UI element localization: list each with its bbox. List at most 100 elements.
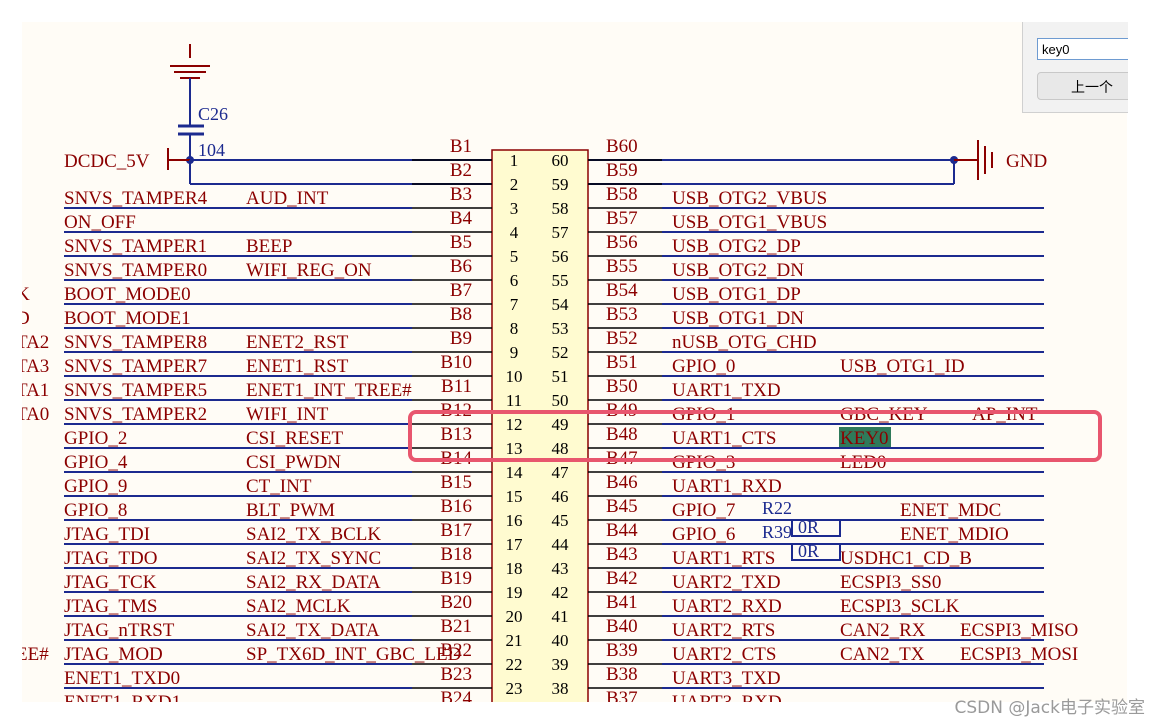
right-net-label: UART1_RXD <box>672 476 782 497</box>
left-pin-label: B3 <box>450 184 472 205</box>
connector-pin-number: 12 <box>506 415 523 434</box>
left-edge-label: TA3 <box>22 356 49 377</box>
left-pin-label: B16 <box>440 496 472 517</box>
connector-pin-number: 15 <box>506 487 523 506</box>
left-function-label: CT_INT <box>246 476 312 497</box>
connector-pin-number: 52 <box>552 343 569 362</box>
left-edge-label: D <box>22 308 30 329</box>
right-net-label: UART2_RXD <box>672 596 782 617</box>
connector-pin-number: 39 <box>552 655 569 674</box>
left-function-label: BEEP <box>246 236 292 257</box>
right-function-label: ECSPI3_SCLK <box>840 596 960 617</box>
right-extra-label: ECSPI3_MISO <box>960 620 1078 641</box>
connector-pin-number: 46 <box>552 487 569 506</box>
connector-pin-number: 9 <box>510 343 519 362</box>
connector-pin-number: 20 <box>506 607 523 626</box>
connector-pin-number: 23 <box>506 679 523 698</box>
key0-net-label: KEY0 <box>840 428 889 449</box>
right-pin-label: B60 <box>606 136 638 157</box>
right-pin-label: B39 <box>606 640 638 661</box>
connector-pin-number: 8 <box>510 319 519 338</box>
right-net-label: USB_OTG2_DN <box>672 260 804 281</box>
right-pin-label: B58 <box>606 184 638 205</box>
connector-pin-number: 47 <box>552 463 570 482</box>
right-net-label: GPIO_1 <box>672 404 735 425</box>
left-net-label: JTAG_MOD <box>64 644 163 665</box>
right-extra-label: AP_INT <box>972 404 1038 425</box>
right-net-label: UART2_TXD <box>672 572 781 593</box>
left-function-label: SAI2_RX_DATA <box>246 572 381 593</box>
left-function-label: SAI2_TX_SYNC <box>246 548 381 569</box>
left-net-label: ON_OFF <box>64 212 136 233</box>
left-net-label: SNVS_TAMPER1 <box>64 236 207 257</box>
right-net-label: USB_OTG2_DP <box>672 236 801 257</box>
left-net-label: SNVS_TAMPER0 <box>64 260 207 281</box>
left-net-label: BOOT_MODE1 <box>64 308 191 329</box>
left-pin-label: B19 <box>440 568 472 589</box>
right-pin-label: B41 <box>606 592 638 613</box>
right-pin-label: B43 <box>606 544 638 565</box>
connector-pin-number: 17 <box>506 535 524 554</box>
right-pin-label: B55 <box>606 256 638 277</box>
connector-pin-number: 50 <box>552 391 569 410</box>
right-extra-label: ECSPI3_MOSI <box>960 644 1078 665</box>
right-net-label: UART3_TXD <box>672 668 781 689</box>
left-pin-label: B2 <box>450 160 472 181</box>
right-pin-label: B52 <box>606 328 638 349</box>
right-function-label: USB_OTG1_ID <box>840 356 965 377</box>
right-net-label: nUSB_OTG_CHD <box>672 332 817 353</box>
left-pin-label: B13 <box>440 424 472 445</box>
right-pin-label: B54 <box>606 280 638 301</box>
left-function-label: BLT_PWM <box>246 500 335 521</box>
right-net-label: USB_OTG1_VBUS <box>672 212 827 233</box>
left-function-label: CSI_PWDN <box>246 452 341 473</box>
right-function-label: CAN2_TX <box>840 644 925 665</box>
left-pin-label: B24 <box>440 688 472 702</box>
connector-pin-number: 19 <box>506 583 523 602</box>
dcdc-5v-port-icon <box>167 148 190 170</box>
right-net-label: USB_OTG1_DP <box>672 284 801 305</box>
connector-pin-number: 38 <box>552 679 569 698</box>
left-pin-label: B1 <box>450 136 472 157</box>
left-pin-label: B6 <box>450 256 472 277</box>
right-net-label: UART1_TXD <box>672 380 781 401</box>
left-function-label: ENET1_INT_TREE# <box>246 380 412 401</box>
connector-pin-number: 11 <box>506 391 522 410</box>
right-net-label: USB_OTG1_DN <box>672 308 804 329</box>
right-pin-label: B40 <box>606 616 638 637</box>
left-function-label: SP_TX6D_INT_GBC_LED <box>246 644 461 665</box>
connector-pin-number: 57 <box>552 223 570 242</box>
right-function-label: CAN2_RX <box>840 620 926 641</box>
connector-pin-number: 3 <box>510 199 519 218</box>
left-net-label: GPIO_2 <box>64 428 127 449</box>
connector-pin-number: 5 <box>510 247 519 266</box>
right-function-label: LED0 <box>840 452 886 473</box>
left-pin-label: B5 <box>450 232 472 253</box>
right-net-label: GPIO_6 <box>672 524 735 545</box>
left-pin-label: B8 <box>450 304 472 325</box>
left-net-label: JTAG_TMS <box>64 596 158 617</box>
left-edge-label: K <box>22 284 30 305</box>
right-pin-label: B48 <box>606 424 638 445</box>
connector-pin-number: 54 <box>552 295 570 314</box>
connector-pin-number: 1 <box>510 151 519 170</box>
find-previous-button[interactable]: 上一个 <box>1037 72 1128 100</box>
right-extra-label: ENET_MDIO <box>900 524 1009 545</box>
connector-pin-number: 18 <box>506 559 523 578</box>
left-pin-label: B23 <box>440 664 472 685</box>
schematic-canvas[interactable]: C26 104 DCDC_5V GND B1 B2 B3 B4 B5 B6 B7 B8 B9 B1… <box>22 22 1127 702</box>
search-input[interactable] <box>1037 38 1128 60</box>
connector-pin-number: 4 <box>510 223 519 242</box>
connector-pin-number: 60 <box>552 151 569 170</box>
left-net-label: JTAG_TDI <box>64 524 150 545</box>
connector-pin-number: 10 <box>506 367 523 386</box>
right-pin-label: B57 <box>606 208 638 229</box>
connector-pin-number: 2 <box>510 175 519 194</box>
left-net-label: GPIO_9 <box>64 476 127 497</box>
right-pin-label: B56 <box>606 232 638 253</box>
connector-pin-number: 55 <box>552 271 569 290</box>
right-net-label: USB_OTG2_VBUS <box>672 188 827 209</box>
capacitor-value: 104 <box>198 140 225 160</box>
right-net-label: UART2_CTS <box>672 644 776 665</box>
dcdc-5v-label: DCDC_5V <box>64 151 150 172</box>
